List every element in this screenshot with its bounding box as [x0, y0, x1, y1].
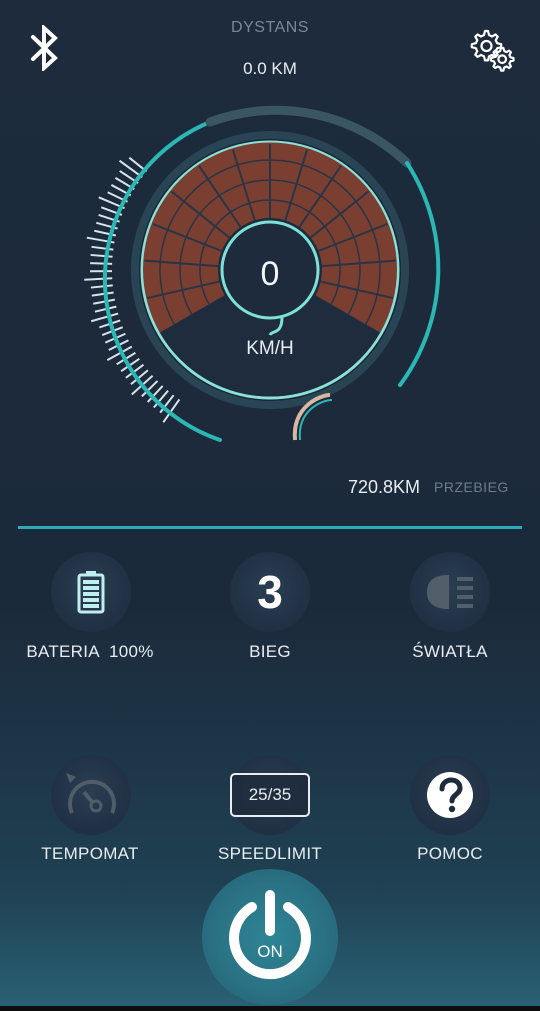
power-button[interactable]: ON — [202, 869, 338, 1005]
speedlimit-label: SPEEDLIMIT — [217, 844, 323, 863]
odometer-value: 720.8KM — [347, 477, 420, 497]
speedlimit-value: 25/35 — [248, 785, 292, 804]
divider — [18, 526, 522, 529]
lights-button[interactable] — [410, 552, 490, 632]
gauge-tick — [91, 245, 114, 251]
speedometer-icon — [66, 773, 116, 814]
speed-value: 0 — [260, 255, 280, 293]
gauge-tick — [91, 291, 114, 297]
speedlimit-button[interactable]: 25/35 — [230, 755, 310, 835]
odometer-label: PRZEBIEG — [434, 479, 509, 495]
help-icon — [427, 772, 473, 818]
distance-label: DYSTANS — [231, 19, 309, 36]
battery-indicator — [51, 552, 131, 632]
power-state: ON — [257, 942, 283, 961]
battery-icon — [77, 571, 105, 614]
gear-label: BIEG — [249, 642, 291, 661]
settings-button[interactable] — [468, 24, 520, 74]
distance-value: 0.0 KM — [243, 59, 297, 78]
cruise-control-button[interactable] — [51, 755, 131, 835]
gauge-tick — [90, 253, 113, 258]
cruise-label: TEMPOMAT — [41, 844, 139, 863]
headlight-icon — [427, 575, 473, 609]
speed-unit: KM/H — [246, 338, 294, 359]
gear-icon — [470, 29, 515, 72]
speedlimit-box: 25/35 — [230, 773, 310, 817]
help-button[interactable] — [410, 755, 490, 835]
gear-value: 3 — [257, 566, 283, 618]
battery-label: BATERIA 100% — [26, 642, 154, 661]
gauge-tick — [93, 298, 115, 305]
gauge-tick — [84, 277, 113, 281]
bottom-bar — [0, 1006, 540, 1011]
lights-label: ŚWIATŁA — [412, 642, 488, 661]
gear-indicator[interactable]: 3 — [230, 552, 310, 632]
gauge-tick — [90, 262, 113, 265]
gauge-tick — [90, 312, 119, 323]
help-label: POMOC — [417, 844, 483, 863]
speedometer: 0 KM/H — [60, 95, 460, 455]
gauge-tick — [90, 284, 113, 289]
power-icon — [229, 890, 311, 980]
